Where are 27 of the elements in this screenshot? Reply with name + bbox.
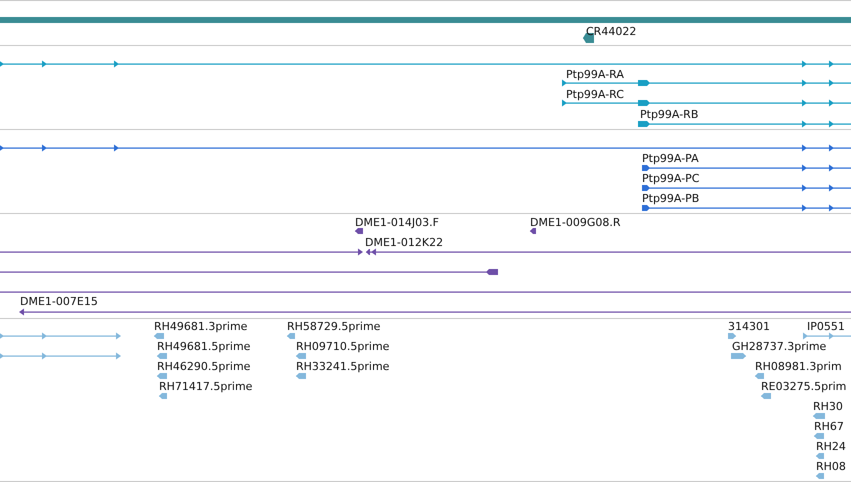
feature-label: 314301 [728,320,770,333]
feature-label: DME1-014J03.F [355,216,439,229]
feature-label: RE03275.5prim [761,380,846,393]
feature-label: RH71417.5prime [159,380,252,393]
feature-label: Ptp99A-PB [642,192,700,205]
feature-label: RH58729.5prime [287,320,380,333]
feature-label: RH49681.3prime [154,320,248,333]
feature-label: RH67 [814,420,844,433]
feature-label: RH09710.5prime [296,340,390,353]
feature-label: Ptp99A-RB [640,108,698,121]
feature-label: DME1-012K22 [365,236,444,249]
feature-label: RH33241.5prime [296,360,390,373]
feature-label: GH28737.3prime [732,340,826,353]
feature-label: Ptp99A-RC [566,88,624,101]
feature-label: DME1-009G08.R [530,216,621,229]
feature-label: RH49681.5prime [157,340,250,353]
feature-label: RH24 [816,440,846,453]
feature-label: RH08981.3prim [755,360,842,373]
feature-label: CR44022 [586,25,636,38]
feature-label: Ptp99A-PC [642,172,700,185]
feature-label: RH30 [813,400,843,413]
feature-label: IP0551 [807,320,845,333]
feature-label: Ptp99A-RA [566,68,624,81]
feature-label: RH08 [816,460,846,473]
feature-label: DME1-007E15 [20,295,98,308]
feature-label: Ptp99A-PA [642,152,699,165]
feature-label: RH46290.5prime [157,360,250,373]
